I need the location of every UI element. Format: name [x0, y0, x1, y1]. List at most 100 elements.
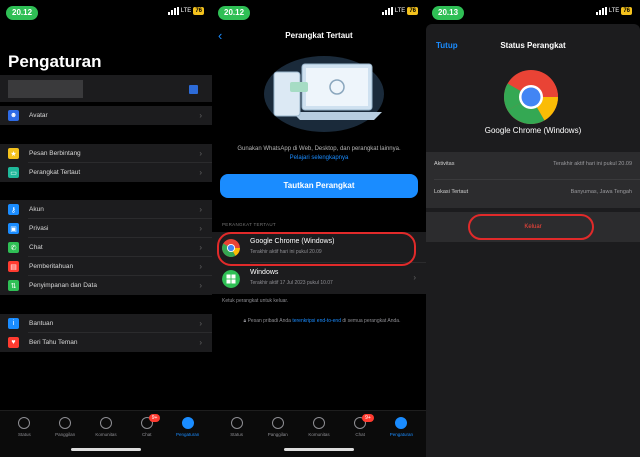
avatar-icon: ☻	[8, 110, 19, 121]
profile-card[interactable]	[0, 75, 212, 102]
settings-item-label: Chat	[29, 244, 43, 251]
device-last-active: Terakhir aktif 17 Jul 2023 pukul 10.07	[250, 280, 333, 286]
tab-settings[interactable]: Pengaturan	[382, 417, 420, 437]
settings-item-account[interactable]: ⚷ Akun ›	[0, 200, 212, 219]
settings-item-avatar[interactable]: ☻ Avatar ›	[0, 106, 212, 125]
info-row-activity: Aktivitas Terakhir aktif hari ini pukul …	[426, 152, 640, 180]
settings-item-label: Bantuan	[29, 320, 54, 327]
device-name: Windows	[250, 269, 279, 276]
status-time: 20.12	[6, 6, 39, 20]
chevron-right-icon: ›	[199, 281, 202, 290]
tap-to-logout-note: Ketuk perangkat untuk keluar.	[222, 298, 289, 304]
red-highlight	[468, 214, 594, 240]
tab-communities[interactable]: Komunitas	[300, 417, 338, 437]
chevron-right-icon: ›	[199, 262, 202, 271]
page-title: Pengaturan	[8, 52, 102, 71]
battery-icon: 76	[407, 7, 418, 15]
tab-bar: Status Panggilan Komunitas 9+ Chat Pengat…	[212, 410, 426, 457]
chevron-right-icon: ›	[199, 205, 202, 214]
lock-icon: 🔒︎	[243, 318, 247, 324]
lock-icon: ▣	[8, 223, 19, 234]
settings-item-linked-devices[interactable]: ▭ Perangkat Tertaut ›	[0, 163, 212, 182]
unread-badge: 9+	[362, 414, 374, 422]
status-icon	[230, 417, 243, 429]
device-item-windows[interactable]: Windows Terakhir aktif 17 Jul 2023 pukul…	[212, 263, 426, 294]
whatsapp-icon: ✆	[8, 242, 19, 253]
tab-settings[interactable]: Pengaturan	[169, 417, 207, 437]
nav-title: Perangkat Tertaut	[285, 31, 353, 40]
info-value: Banyumas, Jawa Tengah	[570, 189, 632, 195]
signal-icon	[381, 7, 393, 15]
home-indicator	[71, 448, 141, 451]
chevron-right-icon: ›	[199, 224, 202, 233]
settings-item-label: Privasi	[29, 225, 49, 232]
settings-item-notifications[interactable]: ▤ Pemberitahuan ›	[0, 257, 212, 276]
tab-communities[interactable]: Komunitas	[87, 417, 125, 437]
settings-item-label: Pesan Berbintang	[29, 150, 81, 157]
info-icon: i	[8, 318, 19, 329]
tab-chat[interactable]: 9+ Chat	[341, 414, 379, 437]
tab-status[interactable]: Status	[218, 417, 256, 437]
settings-icon	[181, 417, 194, 429]
battery-icon: 76	[621, 7, 632, 15]
settings-item-label: Penyimpanan dan Data	[29, 282, 97, 289]
sheet-title: Status Perangkat	[500, 41, 566, 50]
chevron-right-icon: ›	[413, 273, 416, 282]
link-device-button[interactable]: Tautkan Perangkat	[220, 174, 418, 198]
info-key: Lokasi Tertaut	[434, 189, 469, 195]
info-key: Aktivitas	[434, 161, 455, 167]
linked-description: Gunakan WhatsApp di Web, Desktop, dan pe…	[237, 146, 401, 161]
settings-item-help[interactable]: i Bantuan ›	[0, 314, 212, 333]
settings-item-starred[interactable]: ★ Pesan Berbintang ›	[0, 144, 212, 163]
signal-icon	[595, 7, 607, 15]
chevron-right-icon: ›	[199, 149, 202, 158]
phone-icon	[59, 417, 72, 429]
settings-item-privacy[interactable]: ▣ Privasi ›	[0, 219, 212, 238]
settings-screen: 20.12 LTE 76 Pengaturan ☻ Avatar › ★ Pes…	[0, 0, 212, 457]
settings-group-2: ★ Pesan Berbintang › ▭ Perangkat Tertaut…	[0, 144, 212, 182]
network-label: LTE	[608, 8, 620, 14]
status-bar: 20.13 LTE 76	[432, 6, 632, 20]
status-bar: 20.12 LTE 76	[6, 6, 204, 20]
red-highlight	[217, 232, 416, 266]
device-info-list: Aktivitas Terakhir aktif hari ini pukul …	[426, 152, 640, 208]
device-status-sheet: Tutup Status Perangkat Google Chrome (Wi…	[426, 24, 640, 457]
heart-icon: ♥	[8, 337, 19, 348]
chevron-right-icon: ›	[199, 319, 202, 328]
settings-item-tell-friend[interactable]: ♥ Beri Tahu Teman ›	[0, 333, 212, 352]
section-header: PERANGKAT TERTAUT	[222, 222, 276, 227]
network-label: LTE	[394, 8, 406, 14]
settings-item-label: Avatar	[29, 112, 48, 119]
device-name: Google Chrome (Windows)	[484, 126, 582, 135]
chevron-right-icon: ›	[199, 338, 202, 347]
info-row-location: Lokasi Tertaut Banyumas, Jawa Tengah	[426, 180, 640, 208]
settings-icon	[395, 417, 408, 429]
bell-icon: ▤	[8, 261, 19, 272]
settings-item-chat[interactable]: ✆ Chat ›	[0, 238, 212, 257]
info-value: Terakhir aktif hari ini pukul 20.09	[553, 161, 632, 167]
profile-name-redacted	[8, 80, 83, 98]
learn-more-link[interactable]: Pelajari selengkapnya	[290, 155, 349, 161]
tab-chat[interactable]: 9+ Chat	[128, 414, 166, 437]
windows-icon	[222, 270, 240, 288]
storage-icon: ⇅	[8, 280, 19, 291]
tab-status[interactable]: Status	[5, 417, 43, 437]
laptop-icon: ▭	[8, 167, 19, 178]
battery-icon: 76	[193, 7, 204, 15]
chrome-icon	[504, 70, 558, 124]
settings-group-3: ⚷ Akun › ▣ Privasi › ✆ Chat › ▤ Pemberit…	[0, 200, 212, 295]
device-status-screen: 20.13 LTE 76 Tutup Status Perangkat Goog…	[426, 0, 640, 457]
tab-calls[interactable]: Panggilan	[259, 417, 297, 437]
status-icon	[18, 417, 31, 429]
status-bar: 20.12 LTE 76	[218, 6, 418, 20]
community-icon	[312, 417, 325, 429]
star-icon: ★	[8, 148, 19, 159]
settings-group-4: i Bantuan › ♥ Beri Tahu Teman ›	[0, 314, 212, 352]
chevron-right-icon: ›	[199, 243, 202, 252]
settings-item-storage[interactable]: ⇅ Penyimpanan dan Data ›	[0, 276, 212, 295]
status-time: 20.12	[218, 6, 251, 20]
settings-item-label: Pemberitahuan	[29, 263, 74, 270]
qr-code-icon[interactable]	[189, 85, 198, 94]
e2e-link[interactable]: terenkripsi end-to-end	[292, 318, 341, 324]
tab-calls[interactable]: Panggilan	[46, 417, 84, 437]
